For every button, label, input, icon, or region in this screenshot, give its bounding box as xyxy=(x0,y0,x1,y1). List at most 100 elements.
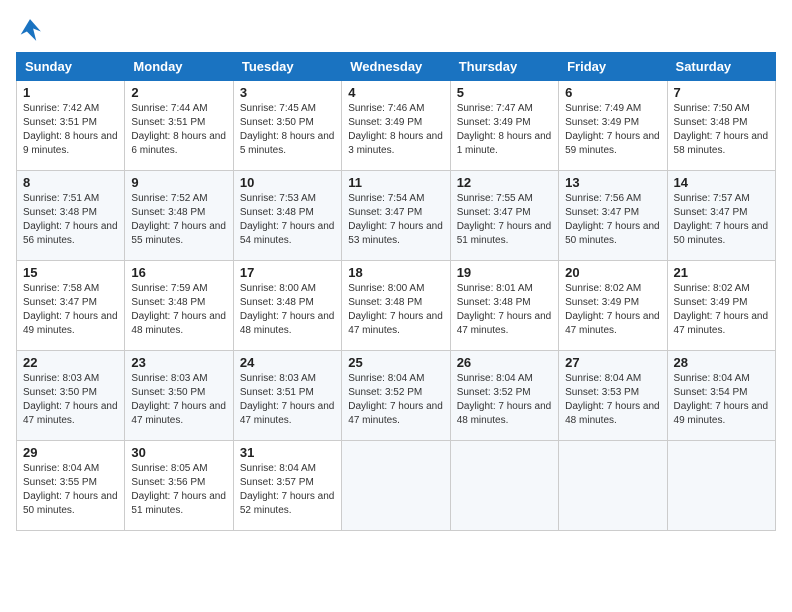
day-number: 29 xyxy=(23,445,118,460)
day-info: Sunrise: 7:54 AMSunset: 3:47 PMDaylight:… xyxy=(348,192,443,248)
day-info: Sunrise: 7:59 AMSunset: 3:48 PMDaylight:… xyxy=(131,282,226,338)
calendar-cell xyxy=(667,441,775,531)
weekday-header-thursday: Thursday xyxy=(450,53,558,81)
weekday-header-row: SundayMondayTuesdayWednesdayThursdayFrid… xyxy=(17,53,776,81)
calendar-cell: 19 Sunrise: 8:01 AMSunset: 3:48 PMDaylig… xyxy=(450,261,558,351)
calendar-cell: 3 Sunrise: 7:45 AMSunset: 3:50 PMDayligh… xyxy=(233,81,341,171)
day-info: Sunrise: 7:52 AMSunset: 3:48 PMDaylight:… xyxy=(131,192,226,248)
day-number: 1 xyxy=(23,85,118,100)
calendar-week-row: 22 Sunrise: 8:03 AMSunset: 3:50 PMDaylig… xyxy=(17,351,776,441)
day-info: Sunrise: 7:46 AMSunset: 3:49 PMDaylight:… xyxy=(348,102,443,158)
calendar-cell: 7 Sunrise: 7:50 AMSunset: 3:48 PMDayligh… xyxy=(667,81,775,171)
weekday-header-wednesday: Wednesday xyxy=(342,53,450,81)
day-number: 3 xyxy=(240,85,335,100)
day-info: Sunrise: 8:04 AMSunset: 3:54 PMDaylight:… xyxy=(674,372,769,428)
calendar-cell: 26 Sunrise: 8:04 AMSunset: 3:52 PMDaylig… xyxy=(450,351,558,441)
logo-icon xyxy=(16,16,44,44)
day-number: 28 xyxy=(674,355,769,370)
calendar-week-row: 8 Sunrise: 7:51 AMSunset: 3:48 PMDayligh… xyxy=(17,171,776,261)
calendar-cell: 2 Sunrise: 7:44 AMSunset: 3:51 PMDayligh… xyxy=(125,81,233,171)
calendar-week-row: 29 Sunrise: 8:04 AMSunset: 3:55 PMDaylig… xyxy=(17,441,776,531)
day-number: 25 xyxy=(348,355,443,370)
weekday-header-monday: Monday xyxy=(125,53,233,81)
day-number: 22 xyxy=(23,355,118,370)
calendar-cell: 12 Sunrise: 7:55 AMSunset: 3:47 PMDaylig… xyxy=(450,171,558,261)
day-info: Sunrise: 7:49 AMSunset: 3:49 PMDaylight:… xyxy=(565,102,660,158)
day-number: 19 xyxy=(457,265,552,280)
calendar-cell: 9 Sunrise: 7:52 AMSunset: 3:48 PMDayligh… xyxy=(125,171,233,261)
calendar-cell: 21 Sunrise: 8:02 AMSunset: 3:49 PMDaylig… xyxy=(667,261,775,351)
day-number: 14 xyxy=(674,175,769,190)
calendar-cell: 31 Sunrise: 8:04 AMSunset: 3:57 PMDaylig… xyxy=(233,441,341,531)
calendar-cell xyxy=(342,441,450,531)
day-info: Sunrise: 8:03 AMSunset: 3:51 PMDaylight:… xyxy=(240,372,335,428)
day-info: Sunrise: 8:04 AMSunset: 3:52 PMDaylight:… xyxy=(457,372,552,428)
day-info: Sunrise: 8:00 AMSunset: 3:48 PMDaylight:… xyxy=(348,282,443,338)
day-number: 16 xyxy=(131,265,226,280)
day-info: Sunrise: 7:51 AMSunset: 3:48 PMDaylight:… xyxy=(23,192,118,248)
day-number: 15 xyxy=(23,265,118,280)
day-number: 30 xyxy=(131,445,226,460)
day-info: Sunrise: 7:53 AMSunset: 3:48 PMDaylight:… xyxy=(240,192,335,248)
calendar-week-row: 1 Sunrise: 7:42 AMSunset: 3:51 PMDayligh… xyxy=(17,81,776,171)
calendar-cell: 17 Sunrise: 8:00 AMSunset: 3:48 PMDaylig… xyxy=(233,261,341,351)
calendar-cell: 25 Sunrise: 8:04 AMSunset: 3:52 PMDaylig… xyxy=(342,351,450,441)
day-info: Sunrise: 8:02 AMSunset: 3:49 PMDaylight:… xyxy=(674,282,769,338)
day-info: Sunrise: 8:04 AMSunset: 3:53 PMDaylight:… xyxy=(565,372,660,428)
day-number: 17 xyxy=(240,265,335,280)
day-number: 31 xyxy=(240,445,335,460)
page-header xyxy=(16,16,776,44)
day-info: Sunrise: 8:01 AMSunset: 3:48 PMDaylight:… xyxy=(457,282,552,338)
weekday-header-sunday: Sunday xyxy=(17,53,125,81)
calendar-table: SundayMondayTuesdayWednesdayThursdayFrid… xyxy=(16,52,776,531)
calendar-cell: 11 Sunrise: 7:54 AMSunset: 3:47 PMDaylig… xyxy=(342,171,450,261)
day-number: 12 xyxy=(457,175,552,190)
day-number: 13 xyxy=(565,175,660,190)
calendar-cell: 14 Sunrise: 7:57 AMSunset: 3:47 PMDaylig… xyxy=(667,171,775,261)
calendar-cell: 5 Sunrise: 7:47 AMSunset: 3:49 PMDayligh… xyxy=(450,81,558,171)
logo xyxy=(16,16,48,44)
day-info: Sunrise: 7:45 AMSunset: 3:50 PMDaylight:… xyxy=(240,102,335,158)
calendar-cell: 16 Sunrise: 7:59 AMSunset: 3:48 PMDaylig… xyxy=(125,261,233,351)
day-info: Sunrise: 8:04 AMSunset: 3:52 PMDaylight:… xyxy=(348,372,443,428)
calendar-cell xyxy=(559,441,667,531)
day-info: Sunrise: 7:44 AMSunset: 3:51 PMDaylight:… xyxy=(131,102,226,158)
day-number: 11 xyxy=(348,175,443,190)
day-number: 9 xyxy=(131,175,226,190)
day-number: 23 xyxy=(131,355,226,370)
day-number: 21 xyxy=(674,265,769,280)
day-info: Sunrise: 7:58 AMSunset: 3:47 PMDaylight:… xyxy=(23,282,118,338)
weekday-header-friday: Friday xyxy=(559,53,667,81)
calendar-cell: 24 Sunrise: 8:03 AMSunset: 3:51 PMDaylig… xyxy=(233,351,341,441)
calendar-cell: 28 Sunrise: 8:04 AMSunset: 3:54 PMDaylig… xyxy=(667,351,775,441)
calendar-cell: 6 Sunrise: 7:49 AMSunset: 3:49 PMDayligh… xyxy=(559,81,667,171)
calendar-cell: 10 Sunrise: 7:53 AMSunset: 3:48 PMDaylig… xyxy=(233,171,341,261)
calendar-cell: 22 Sunrise: 8:03 AMSunset: 3:50 PMDaylig… xyxy=(17,351,125,441)
day-number: 10 xyxy=(240,175,335,190)
calendar-week-row: 15 Sunrise: 7:58 AMSunset: 3:47 PMDaylig… xyxy=(17,261,776,351)
day-info: Sunrise: 8:04 AMSunset: 3:55 PMDaylight:… xyxy=(23,462,118,518)
weekday-header-saturday: Saturday xyxy=(667,53,775,81)
calendar-cell: 15 Sunrise: 7:58 AMSunset: 3:47 PMDaylig… xyxy=(17,261,125,351)
calendar-cell: 13 Sunrise: 7:56 AMSunset: 3:47 PMDaylig… xyxy=(559,171,667,261)
day-number: 8 xyxy=(23,175,118,190)
day-number: 20 xyxy=(565,265,660,280)
day-number: 7 xyxy=(674,85,769,100)
calendar-cell: 29 Sunrise: 8:04 AMSunset: 3:55 PMDaylig… xyxy=(17,441,125,531)
day-info: Sunrise: 7:57 AMSunset: 3:47 PMDaylight:… xyxy=(674,192,769,248)
day-number: 24 xyxy=(240,355,335,370)
calendar-cell: 18 Sunrise: 8:00 AMSunset: 3:48 PMDaylig… xyxy=(342,261,450,351)
day-info: Sunrise: 8:03 AMSunset: 3:50 PMDaylight:… xyxy=(131,372,226,428)
day-number: 26 xyxy=(457,355,552,370)
day-number: 6 xyxy=(565,85,660,100)
day-number: 4 xyxy=(348,85,443,100)
day-info: Sunrise: 8:00 AMSunset: 3:48 PMDaylight:… xyxy=(240,282,335,338)
calendar-cell: 23 Sunrise: 8:03 AMSunset: 3:50 PMDaylig… xyxy=(125,351,233,441)
calendar-cell: 27 Sunrise: 8:04 AMSunset: 3:53 PMDaylig… xyxy=(559,351,667,441)
day-info: Sunrise: 7:50 AMSunset: 3:48 PMDaylight:… xyxy=(674,102,769,158)
day-info: Sunrise: 7:56 AMSunset: 3:47 PMDaylight:… xyxy=(565,192,660,248)
day-info: Sunrise: 8:02 AMSunset: 3:49 PMDaylight:… xyxy=(565,282,660,338)
day-info: Sunrise: 7:55 AMSunset: 3:47 PMDaylight:… xyxy=(457,192,552,248)
day-info: Sunrise: 7:42 AMSunset: 3:51 PMDaylight:… xyxy=(23,102,118,158)
day-info: Sunrise: 7:47 AMSunset: 3:49 PMDaylight:… xyxy=(457,102,552,158)
